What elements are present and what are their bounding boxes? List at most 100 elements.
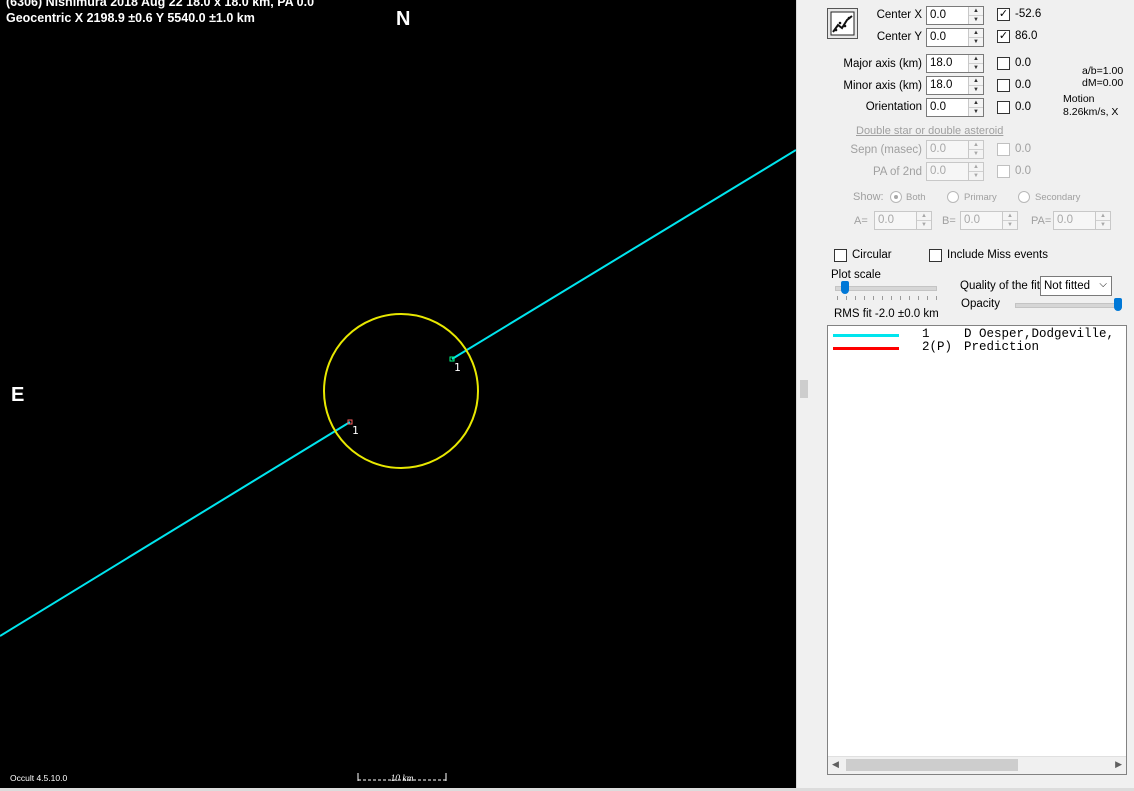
separation-label: Sepn (masec) — [850, 144, 922, 156]
center-y-result: 86.0 — [1015, 30, 1038, 42]
pa-second-input[interactable]: 0.0 ▲ ▼ — [926, 162, 984, 181]
separation-checkbox[interactable] — [997, 143, 1010, 156]
pa-second-label: PA of 2nd — [872, 166, 922, 178]
east-label: E — [11, 384, 25, 406]
orientation-result: 0.0 — [1015, 101, 1031, 113]
show-both-label: Both — [906, 192, 926, 203]
motion-value: 8.26km/s, X — [1063, 106, 1119, 118]
spin-down-icon[interactable]: ▼ — [969, 86, 983, 94]
chord-line-segment-lower — [0, 421, 351, 637]
chord-number-label: 1 — [454, 361, 461, 374]
legend-text: Prediction — [964, 340, 1040, 354]
spin-up-icon[interactable]: ▲ — [969, 99, 983, 108]
spin-down-icon[interactable]: ▼ — [1096, 221, 1110, 229]
plot-canvas — [0, 149, 796, 781]
spin-down-icon[interactable]: ▼ — [969, 16, 983, 24]
show-secondary-label: Secondary — [1035, 192, 1081, 203]
pa-second-checkbox[interactable] — [997, 165, 1010, 178]
show-both-radio[interactable] — [890, 191, 902, 203]
spin-up-icon[interactable]: ▲ — [969, 141, 983, 150]
scroll-right-icon[interactable]: ▶ — [1115, 759, 1122, 770]
chord-legend-list[interactable]: 1 D Oesper,Dodgeville, 2(P) Prediction ◀… — [827, 325, 1127, 775]
show-primary-label: Primary — [964, 192, 997, 203]
major-axis-checkbox[interactable] — [997, 57, 1010, 70]
orientation-checkbox[interactable] — [997, 101, 1010, 114]
spin-up-icon[interactable]: ▲ — [969, 55, 983, 64]
spin-down-icon[interactable]: ▼ — [1003, 221, 1017, 229]
center-x-input[interactable]: 0.0 ▲ ▼ — [926, 6, 984, 25]
pa-second-value: 0.0 — [930, 165, 946, 177]
motion-label: Motion — [1063, 93, 1095, 105]
scroll-left-icon[interactable]: ◀ — [832, 759, 839, 770]
show-primary-radio[interactable] — [947, 191, 959, 203]
minor-axis-checkbox[interactable] — [997, 79, 1010, 92]
occultation-plot[interactable]: (6306) Nishimura 2018 Aug 22 18.0 x 18.0… — [0, 0, 796, 788]
quality-label: Quality of the fit — [960, 280, 1040, 292]
spin-up-icon[interactable]: ▲ — [969, 77, 983, 86]
opacity-label: Opacity — [961, 298, 1000, 310]
chord-line-segment-upper — [451, 149, 796, 360]
splitter-grip[interactable] — [800, 380, 808, 398]
delta-magnitude: dM=0.00 — [1082, 77, 1124, 89]
pa-second-result: 0.0 — [1015, 165, 1031, 177]
spin-up-icon[interactable]: ▲ — [917, 212, 931, 221]
include-miss-checkbox[interactable] — [929, 249, 942, 262]
separation-value: 0.0 — [930, 143, 946, 155]
spin-down-icon[interactable]: ▼ — [917, 221, 931, 229]
minor-axis-label: Minor axis (km) — [843, 80, 922, 92]
b-value: 0.0 — [964, 214, 980, 226]
chord-number-label: 1 — [352, 424, 359, 437]
plot-scale-thumb[interactable] — [841, 281, 849, 294]
rms-fit-label: RMS fit -2.0 ±0.0 km — [834, 308, 939, 320]
major-axis-label: Major axis (km) — [843, 58, 922, 70]
a-input[interactable]: 0.0 ▲ ▼ — [874, 211, 932, 230]
minor-axis-input[interactable]: 18.0 ▲ ▼ — [926, 76, 984, 95]
b-input[interactable]: 0.0 ▲ ▼ — [960, 211, 1018, 230]
separation-input[interactable]: 0.0 ▲ ▼ — [926, 140, 984, 159]
center-x-checkbox[interactable]: ✓ — [997, 8, 1010, 21]
plot-title: (6306) Nishimura 2018 Aug 22 18.0 x 18.0… — [6, 0, 315, 9]
center-y-label: Center Y — [876, 31, 922, 43]
legend-horizontal-scrollbar[interactable]: ◀ ▶ — [828, 756, 1126, 774]
chevron-down-icon: ⌵ — [1099, 279, 1107, 290]
legend-number: 2(P) — [922, 340, 953, 354]
major-axis-value: 18.0 — [930, 57, 953, 69]
opacity-thumb[interactable] — [1114, 298, 1122, 311]
pa-input[interactable]: 0.0 ▲ ▼ — [1053, 211, 1111, 230]
legend-item[interactable]: 2(P) Prediction — [828, 340, 1124, 355]
spin-up-icon[interactable]: ▲ — [1096, 212, 1110, 221]
spin-up-icon[interactable]: ▲ — [969, 7, 983, 16]
plot-scale-ticks — [837, 296, 937, 300]
spin-down-icon[interactable]: ▼ — [969, 150, 983, 158]
scrollbar-thumb[interactable] — [846, 759, 1018, 771]
center-y-input[interactable]: 0.0 ▲ ▼ — [926, 28, 984, 47]
legend-number: 1 — [922, 327, 930, 341]
center-x-label: Center X — [876, 9, 922, 21]
quality-value: Not fitted — [1044, 280, 1091, 292]
orientation-value: 0.0 — [930, 101, 946, 113]
scale-bar-label: 10 km — [390, 774, 414, 784]
spin-down-icon[interactable]: ▼ — [969, 108, 983, 116]
spin-up-icon[interactable]: ▲ — [969, 163, 983, 172]
orientation-input[interactable]: 0.0 ▲ ▼ — [926, 98, 984, 117]
center-y-value: 0.0 — [930, 31, 946, 43]
spin-down-icon[interactable]: ▼ — [969, 172, 983, 180]
quality-dropdown[interactable]: Not fitted ⌵ — [1040, 276, 1112, 296]
spin-down-icon[interactable]: ▼ — [969, 64, 983, 72]
include-miss-label: Include Miss events — [947, 249, 1048, 261]
fit-controls-panel: Center X 0.0 ▲ ▼ ✓ -52.6 Center Y 0.0 ▲ ▼ … — [812, 0, 1134, 788]
double-star-header: Double star or double asteroid — [856, 125, 1004, 137]
b-label: B= — [942, 215, 956, 227]
vertical-splitter[interactable] — [796, 0, 813, 788]
center-y-checkbox[interactable]: ✓ — [997, 30, 1010, 43]
major-axis-input[interactable]: 18.0 ▲ ▼ — [926, 54, 984, 73]
show-label: Show: — [853, 191, 884, 203]
spin-up-icon[interactable]: ▲ — [969, 29, 983, 38]
minor-axis-result: 0.0 — [1015, 79, 1031, 91]
spin-up-icon[interactable]: ▲ — [1003, 212, 1017, 221]
minor-axis-value: 18.0 — [930, 79, 953, 91]
circular-checkbox[interactable] — [834, 249, 847, 262]
center-x-result: -52.6 — [1015, 8, 1042, 20]
spin-down-icon[interactable]: ▼ — [969, 38, 983, 46]
show-secondary-radio[interactable] — [1018, 191, 1030, 203]
